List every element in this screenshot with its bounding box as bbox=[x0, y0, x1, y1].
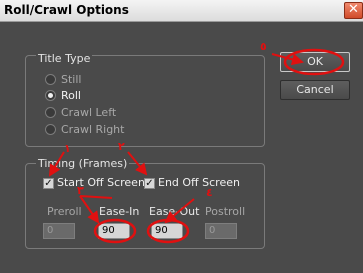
arrow-4 bbox=[164, 198, 195, 224]
arrow-5 bbox=[271, 53, 304, 66]
annotation-digit-1: ١ bbox=[64, 142, 71, 155]
arrow-3-head bbox=[79, 195, 100, 224]
arrow-2 bbox=[127, 151, 148, 176]
annotation-overlay bbox=[48, 48, 345, 244]
roll-crawl-options-dialog: Roll/Crawl Options ✕ Title Type Still Ro… bbox=[0, 0, 363, 273]
annotation-digit-5: ٥ bbox=[260, 40, 267, 53]
annotation-digit-2: ٢ bbox=[118, 140, 125, 153]
ok-highlight-circle bbox=[283, 48, 345, 76]
arrow-3 bbox=[79, 195, 113, 199]
annotation-digit-3: ٣ bbox=[77, 184, 84, 197]
annotation-digit-4: ٤ bbox=[206, 186, 213, 199]
ease-out-highlight-circle bbox=[146, 218, 190, 244]
arrow-1 bbox=[48, 151, 65, 177]
ease-in-highlight-circle bbox=[93, 218, 137, 244]
